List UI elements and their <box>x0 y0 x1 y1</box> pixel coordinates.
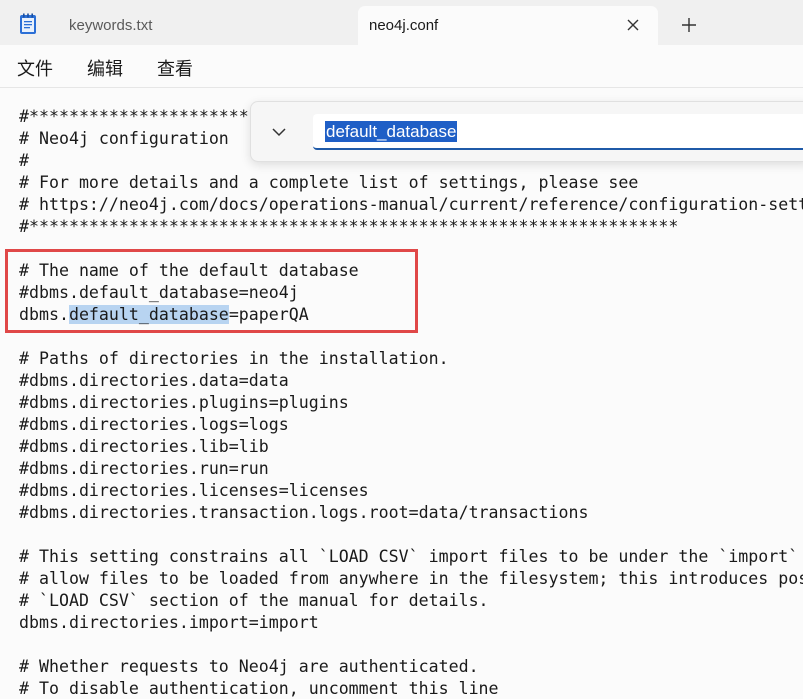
chevron-down-icon[interactable] <box>271 124 287 140</box>
close-icon[interactable] <box>624 16 642 34</box>
menu-file[interactable]: 文件 <box>17 55 53 81</box>
menu-edit[interactable]: 编辑 <box>87 55 123 81</box>
code-line: # Whether requests to Neo4j are authenti… <box>19 657 479 676</box>
code-line: # allow files to be loaded from anywhere… <box>19 569 803 588</box>
notepad-icon <box>20 13 36 34</box>
code-line: #dbms.directories.data=data <box>19 371 289 390</box>
code-line: # Paths of directories in the installati… <box>19 349 449 368</box>
code-line: #dbms.directories.run=run <box>19 459 269 478</box>
code-line: # To disable authentication, uncomment t… <box>19 679 499 698</box>
code-line: #dbms.directories.logs=logs <box>19 415 289 434</box>
code-line: #dbms.directories.transaction.logs.root=… <box>19 503 589 522</box>
menu-bar: 文件 编辑 查看 <box>0 45 803 87</box>
tab-label: neo4j.conf <box>369 17 439 34</box>
code-line: dbms.directories.import=import <box>19 613 319 632</box>
code-line: # This setting constrains all `LOAD CSV`… <box>19 547 799 566</box>
tab-neo4j-conf[interactable]: neo4j.conf <box>358 6 658 45</box>
annotation-box <box>5 249 418 333</box>
text-editor[interactable]: #***************************************… <box>0 88 803 699</box>
code-line: # `LOAD CSV` section of the manual for d… <box>19 591 489 610</box>
code-line: #dbms.directories.lib=lib <box>19 437 269 456</box>
tab-label: keywords.txt <box>69 17 153 34</box>
menu-view[interactable]: 查看 <box>157 55 193 81</box>
code-line: # <box>19 151 29 170</box>
find-input-value: default_database <box>325 121 458 142</box>
code-line: #dbms.directories.plugins=plugins <box>19 393 349 412</box>
code-line: # https://neo4j.com/docs/operations-manu… <box>19 195 803 214</box>
plus-icon[interactable] <box>680 16 698 34</box>
tab-bar: keywords.txt neo4j.conf <box>0 0 803 45</box>
find-input[interactable]: default_database <box>313 114 803 150</box>
code-line: # Neo4j configuration <box>19 129 229 148</box>
code-line: # For more details and a complete list o… <box>19 173 639 192</box>
find-panel: default_database <box>250 101 803 162</box>
tab-keywords[interactable]: keywords.txt <box>56 6 356 45</box>
code-line: #dbms.directories.licenses=licenses <box>19 481 369 500</box>
code-line: #***************************************… <box>19 217 679 236</box>
